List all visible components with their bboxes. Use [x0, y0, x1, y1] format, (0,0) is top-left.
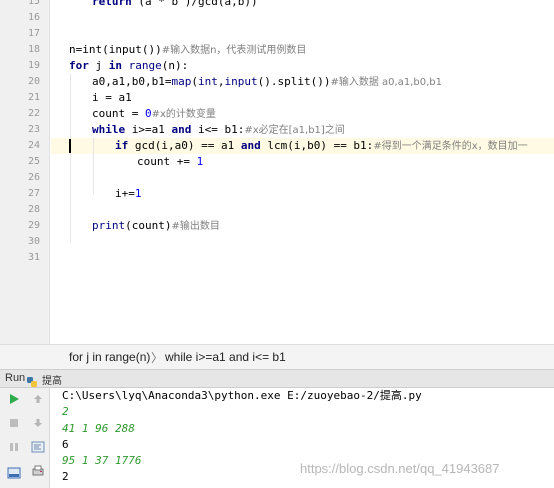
code-builtin: input	[224, 75, 258, 88]
line-number: 21	[27, 92, 40, 103]
line-number: 24	[27, 140, 40, 151]
code-token: (	[191, 75, 198, 88]
code-builtin: map	[171, 75, 192, 88]
code-token: count =	[92, 107, 145, 120]
indent-guide	[93, 138, 94, 194]
line-number: 26	[27, 172, 40, 183]
code-token: lcm(i,b0) == b1:	[260, 139, 374, 152]
line-number-gutter: 15 16 17 18 19 20 21 22 23 24 25 26 27 2…	[0, 0, 50, 344]
console-input-line: 2	[62, 405, 69, 418]
code-line-24: if gcd(i,a0) == a1 and lcm(i,b0) == b1:#…	[115, 138, 528, 154]
line-number: 17	[27, 28, 40, 39]
console-output-line: 2	[62, 470, 69, 483]
code-line-21: i = a1	[92, 90, 132, 106]
code-token: n=int(input())	[69, 43, 162, 56]
line-number: 19	[27, 60, 40, 71]
code-comment: #x的计数变量	[151, 109, 216, 120]
code-line-22: count = 0#x的计数变量	[92, 106, 216, 122]
console-input-line: 41 1 96 288	[62, 422, 135, 435]
code-number: 0	[144, 107, 152, 120]
code-keyword: in	[108, 59, 122, 72]
console-output-line: 6	[62, 438, 69, 451]
code-token: i = a1	[92, 91, 132, 104]
code-line-25: count += 1	[137, 154, 203, 170]
code-token: count +=	[137, 155, 197, 168]
code-token: i>=a1	[125, 123, 172, 136]
code-line-29: print(count)#输出数目	[92, 218, 220, 234]
indent-guide	[70, 74, 71, 242]
line-number: 31	[27, 252, 40, 263]
code-comment: #输入数据n，代表测试用例数目	[161, 45, 307, 56]
scroll-down-icon[interactable]	[29, 414, 47, 432]
code-token: i<= b1:	[191, 123, 245, 136]
watermark: https://blog.csdn.net/qq_41943687	[300, 461, 500, 476]
code-token: (count)	[125, 219, 172, 232]
code-line-15: return (a * b )/gcd(a,b))	[92, 0, 258, 10]
code-token: i+=	[115, 187, 135, 200]
code-keyword: and	[171, 123, 192, 136]
code-comment: #输出数目	[171, 221, 220, 232]
code-keyword: for	[69, 59, 89, 72]
code-line-27: i+=1	[115, 186, 142, 202]
run-icon[interactable]	[5, 390, 23, 408]
pause-icon[interactable]	[5, 438, 23, 456]
stop-icon[interactable]	[5, 414, 23, 432]
code-comment: #得到一个满足条件的x，数目加一	[373, 141, 528, 152]
code-line-19: for j in range(n):	[69, 58, 188, 74]
code-builtin: range	[128, 59, 162, 72]
run-tab-label[interactable]: Run	[5, 372, 25, 384]
console-command-line: C:\Users\lyq\Anaconda3\python.exe E:/zuo…	[62, 389, 422, 402]
line-number: 22	[27, 108, 40, 119]
code-token: ().split())	[257, 75, 331, 88]
code-editor[interactable]: 15 16 17 18 19 20 21 22 23 24 25 26 27 2…	[0, 0, 554, 344]
text-caret	[69, 139, 71, 153]
line-number: 20	[27, 76, 40, 87]
line-number: 15	[27, 0, 40, 7]
print-icon[interactable]	[29, 462, 47, 480]
code-token: j	[88, 59, 109, 72]
line-number: 23	[27, 124, 40, 135]
code-number: 1	[196, 155, 204, 168]
code-line-18: n=int(input())#输入数据n，代表测试用例数目	[69, 42, 306, 58]
line-number: 27	[27, 188, 40, 199]
line-number: 18	[27, 44, 40, 55]
code-keyword: if	[115, 139, 129, 152]
breadcrumb-separator: 〉	[151, 351, 164, 365]
line-number: 25	[27, 156, 40, 167]
code-token: return	[92, 0, 132, 8]
code-comment: #x必定在[a1,b1]之间	[244, 125, 345, 136]
layout-icon[interactable]	[5, 464, 23, 482]
breadcrumb-item-for-loop[interactable]: for j in range(n)	[69, 350, 150, 364]
run-config-name[interactable]: 提高	[42, 372, 62, 387]
soft-wrap-icon[interactable]	[29, 438, 47, 456]
code-keyword: and	[240, 139, 261, 152]
line-number: 30	[27, 236, 40, 247]
breadcrumb-item-while-loop[interactable]: while i>=a1 and i<= b1	[165, 350, 286, 364]
run-toolbar	[0, 388, 50, 488]
line-number: 16	[27, 12, 40, 23]
code-line-20: a0,a1,b0,b1=map(int,input().split())#输入数…	[92, 74, 442, 90]
line-number: 29	[27, 220, 40, 231]
code-line-23: while i>=a1 and i<= b1:#x必定在[a1,b1]之间	[92, 122, 345, 138]
code-token: gcd(i,a0) == a1	[128, 139, 241, 152]
console-input-line: 95 1 37 1776	[62, 454, 142, 467]
code-keyword: while	[92, 123, 126, 136]
code-token: (a * b )/gcd(a,b))	[131, 0, 258, 8]
code-builtin: print	[92, 219, 126, 232]
python-icon	[26, 373, 38, 387]
code-token: a0,a1,b0,b1=	[92, 75, 172, 88]
run-tool-window-header: Run 提高	[0, 370, 554, 388]
scroll-up-icon[interactable]	[29, 390, 47, 408]
code-builtin: int	[197, 75, 218, 88]
code-comment: #输入数据 a0,a1,b0,b1	[330, 77, 442, 88]
code-number: 1	[134, 187, 142, 200]
line-number: 28	[27, 204, 40, 215]
breadcrumb: for j in range(n) 〉 while i>=a1 and i<= …	[0, 344, 554, 370]
code-token: (n):	[161, 59, 189, 72]
